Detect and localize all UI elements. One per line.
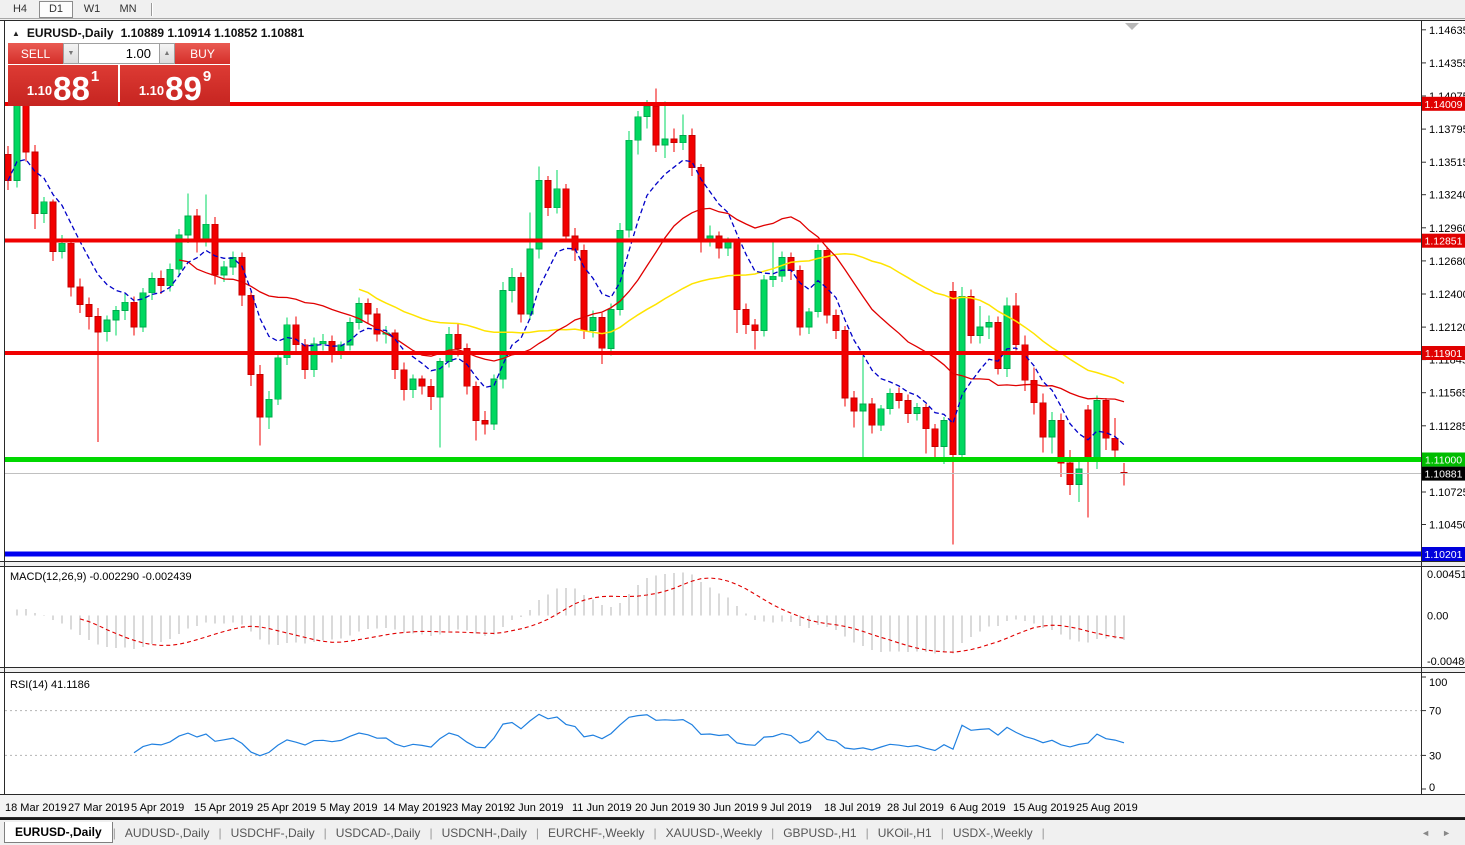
- sell-price-display[interactable]: 1.10 88 1: [8, 65, 118, 106]
- timeframe-button-w1[interactable]: W1: [75, 1, 109, 18]
- date-tick-label: 28 Jul 2019: [887, 802, 944, 814]
- date-tick-label: 14 May 2019: [383, 802, 447, 814]
- symbol-tabbar: EURUSD-,Daily|AUDUSD-,Daily|USDCHF-,Dail…: [0, 818, 1465, 845]
- macd-label: MACD(12,26,9) -0.002290 -0.002439: [10, 571, 192, 583]
- sell-button[interactable]: SELL: [8, 43, 63, 64]
- macd-axis-label: 0.004517: [1427, 569, 1465, 581]
- date-tick-label: 27 Mar 2019: [68, 802, 130, 814]
- rsi-axis-label: 100: [1429, 677, 1447, 689]
- date-tick-label: 25 Apr 2019: [257, 802, 316, 814]
- buy-price-sup: 9: [203, 68, 211, 85]
- sell-price-prefix: 1.10: [27, 83, 52, 98]
- symbol-tab-ukoil-h1[interactable]: UKOil-,H1: [869, 823, 941, 843]
- rsi-axis-label: 0: [1429, 782, 1435, 794]
- tabs-scroll-right-button[interactable]: ►: [1442, 828, 1451, 838]
- date-tick-label: 25 Aug 2019: [1076, 802, 1138, 814]
- buy-price-prefix: 1.10: [139, 83, 164, 98]
- sell-price-big: 88: [53, 75, 90, 102]
- price-tick-label: 1.14355: [1429, 58, 1465, 70]
- date-tick-label: 11 Jun 2019: [572, 802, 632, 814]
- symbol-tab-usdcnh-daily[interactable]: USDCNH-,Daily: [433, 823, 536, 843]
- buy-price-big: 89: [165, 75, 202, 102]
- pane-splitter[interactable]: [0, 562, 1465, 566]
- date-tick-label: 5 Apr 2019: [131, 802, 184, 814]
- tabs-scroll-arrows: ◄ ►: [1421, 828, 1451, 838]
- current-price-badge-label: 1.10881: [1425, 469, 1463, 481]
- date-tick-label: 6 Aug 2019: [950, 802, 1006, 814]
- price-tick-label: 1.10725: [1429, 487, 1465, 499]
- hline-1.10201[interactable]: [5, 552, 1421, 557]
- toolbar-separator: [151, 3, 153, 16]
- rsi-label: RSI(14) 41.1186: [10, 679, 90, 691]
- symbol-tab-audusd-daily[interactable]: AUDUSD-,Daily: [116, 823, 219, 843]
- symbol-tabs: EURUSD-,Daily|AUDUSD-,Daily|USDCHF-,Dail…: [4, 820, 1045, 845]
- symbol-tab-xauusd-weekly[interactable]: XAUUSD-,Weekly: [657, 823, 771, 843]
- price-tick-label: 1.12680: [1429, 256, 1465, 268]
- date-tick-label: 18 Mar 2019: [5, 802, 67, 814]
- symbol-tab-gbpusd-h1[interactable]: GBPUSD-,H1: [774, 823, 865, 843]
- price-badge-label: 1.14009: [1425, 99, 1463, 111]
- price-tick-label: 1.12960: [1429, 223, 1465, 235]
- rsi-axis-label: 70: [1429, 706, 1441, 718]
- price-chart-canvas[interactable]: 1.146351.143551.140751.137951.135151.132…: [0, 20, 1465, 818]
- pane-splitter[interactable]: [0, 668, 1465, 672]
- hline-1.11000[interactable]: [5, 457, 1421, 462]
- symbol-tab-usdx-weekly[interactable]: USDX-,Weekly: [944, 823, 1042, 843]
- date-axis: 18 Mar 201927 Mar 20195 Apr 2019 15 Apr 2…: [5, 802, 1138, 814]
- macd-axis-label: -0.004806: [1427, 656, 1465, 668]
- symbol-tab-eurusd-daily[interactable]: EURUSD-,Daily: [4, 822, 113, 843]
- price-badge-label: 1.10201: [1425, 549, 1463, 561]
- tabs-scroll-left-button[interactable]: ◄: [1421, 828, 1430, 838]
- volume-decrease-button[interactable]: ▼: [63, 43, 79, 64]
- price-tick-label: 1.12120: [1429, 322, 1465, 334]
- symbol-tab-usdcad-daily[interactable]: USDCAD-,Daily: [327, 823, 430, 843]
- price-badge-label: 1.11901: [1425, 348, 1462, 360]
- symbol-tab-usdchf-daily[interactable]: USDCHF-,Daily: [222, 823, 324, 843]
- price-tick-label: 1.11285: [1429, 421, 1465, 433]
- date-tick-label: 18 Jul 2019: [824, 802, 881, 814]
- sell-price-sup: 1: [91, 68, 99, 85]
- rsi-axis-label: 30: [1429, 750, 1441, 762]
- price-badge-label: 1.11000: [1425, 455, 1462, 467]
- volume-input[interactable]: 1.00: [79, 43, 159, 64]
- chart-window: 1.146351.143551.140751.137951.135151.132…: [0, 20, 1465, 818]
- price-tick-label: 1.12400: [1429, 289, 1465, 301]
- buy-button[interactable]: BUY: [175, 43, 230, 64]
- hline-1.11901[interactable]: [5, 351, 1421, 355]
- price-tick-label: 1.13240: [1429, 190, 1465, 202]
- price-badge-label: 1.12851: [1425, 236, 1463, 248]
- symbol-tab-eurchf-weekly[interactable]: EURCHF-,Weekly: [539, 823, 653, 843]
- hline-1.12851[interactable]: [5, 239, 1421, 243]
- date-tick-label: 15 Apr 2019: [194, 802, 253, 814]
- one-click-trading-panel: SELL ▼ 1.00 ▲ BUY 1.10 88 1 1.10 89 9: [8, 43, 230, 106]
- date-tick-label: 23 May 2019: [446, 802, 510, 814]
- date-tick-label: 30 Jun 2019: [698, 802, 759, 814]
- date-tick-label: 5 May 2019: [320, 802, 377, 814]
- price-tick-label: 1.13515: [1429, 157, 1465, 169]
- price-tick-label: 1.11565: [1429, 388, 1465, 400]
- chart-background: [0, 20, 1465, 818]
- timeframe-button-h4[interactable]: H4: [3, 1, 37, 18]
- date-tick-label: 15 Aug 2019: [1013, 802, 1075, 814]
- price-tick-label: 1.10450: [1429, 520, 1465, 532]
- buy-price-display[interactable]: 1.10 89 9: [120, 65, 230, 106]
- date-tick-label: 2 Jun 2019: [509, 802, 563, 814]
- volume-increase-button[interactable]: ▲: [159, 43, 175, 64]
- tab-divider: |: [1042, 826, 1045, 840]
- timeframe-toolbar: H4D1W1MN: [0, 0, 1465, 19]
- timeframe-button-mn[interactable]: MN: [111, 1, 145, 18]
- timeframe-button-d1[interactable]: D1: [39, 1, 73, 18]
- date-tick-label: 9 Jul 2019: [761, 802, 812, 814]
- price-tick-label: 1.14635: [1429, 25, 1465, 37]
- price-tick-label: 1.13795: [1429, 124, 1465, 136]
- date-tick-label: 20 Jun 2019: [635, 802, 696, 814]
- macd-axis-label: 0.00: [1427, 611, 1448, 623]
